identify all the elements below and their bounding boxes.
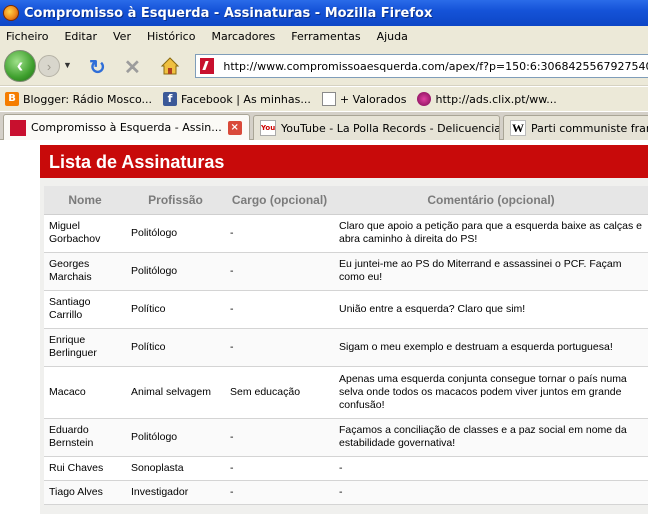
- cell-comentario: -: [334, 480, 648, 505]
- column-header-cargo[interactable]: Cargo (opcional): [225, 186, 334, 215]
- table-row: Eduardo Bernstein Politólogo - Façamos a…: [44, 418, 648, 457]
- cell-comentario: Eu juntei-me ao PS do Miterrand e assass…: [334, 252, 648, 291]
- address-bar[interactable]: http://www.compromissoaesquerda.com/apex…: [195, 54, 648, 78]
- cell-cargo: -: [225, 290, 334, 329]
- menu-marcadores[interactable]: Marcadores: [211, 30, 275, 43]
- cell-comentario: Sigam o meu exemplo e destruam a esquerd…: [334, 328, 648, 367]
- cell-comentario: -: [334, 456, 648, 481]
- cell-cargo: Sem educação: [225, 366, 334, 419]
- cell-cargo: -: [225, 456, 334, 481]
- tab-bar: Compromisso à Esquerda - Assin... × You …: [0, 112, 648, 140]
- cell-cargo: -: [225, 252, 334, 291]
- cell-profissao: Sonoplasta: [126, 456, 225, 481]
- forward-button[interactable]: ›: [38, 55, 60, 77]
- cell-profissao: Politólogo: [126, 214, 225, 253]
- wikipedia-icon: W: [510, 120, 526, 136]
- cell-cargo: -: [225, 214, 334, 253]
- cell-nome: Rui Chaves: [44, 456, 126, 481]
- window-title: Compromisso à Esquerda - Assinaturas - M…: [24, 5, 433, 21]
- close-tab-icon[interactable]: ×: [227, 120, 242, 135]
- table-row: Miguel Gorbachov Politólogo - Claro que …: [44, 214, 648, 253]
- forward-arrow-icon: ›: [46, 58, 52, 74]
- bookmark-facebook[interactable]: f Facebook | As minhas...: [163, 92, 311, 106]
- cell-profissao: Politólogo: [126, 418, 225, 457]
- bookmark-label: + Valorados: [339, 92, 407, 106]
- cell-nome: Georges Marchais: [44, 252, 126, 291]
- cell-cargo: -: [225, 418, 334, 457]
- tab-compromisso[interactable]: Compromisso à Esquerda - Assin... ×: [3, 114, 250, 140]
- menu-ficheiro[interactable]: Ficheiro: [6, 30, 48, 43]
- table-row: Georges Marchais Politólogo - Eu juntei-…: [44, 252, 648, 291]
- cell-comentario: Apenas uma esquerda conjunta consegue to…: [334, 366, 648, 419]
- youtube-icon: You: [260, 120, 276, 136]
- window-titlebar: Compromisso à Esquerda - Assinaturas - M…: [0, 0, 648, 26]
- cell-profissao: Animal selvagem: [126, 366, 225, 419]
- bookmark-label: Facebook | As minhas...: [181, 92, 311, 106]
- blogger-icon: B: [5, 92, 19, 106]
- back-button[interactable]: ‹: [4, 50, 36, 82]
- signatures-panel: Nome Profissão Cargo (opcional) Comentár…: [40, 178, 648, 514]
- menu-editar[interactable]: Editar: [64, 30, 97, 43]
- stop-icon[interactable]: ✕: [124, 55, 141, 80]
- bookmark-blogger[interactable]: B Blogger: Rádio Mosco...: [5, 92, 152, 106]
- cell-nome: Eduardo Bernstein: [44, 418, 126, 457]
- tab-label: Parti communiste françai: [531, 121, 648, 135]
- url-text[interactable]: http://www.compromissoaesquerda.com/apex…: [223, 60, 648, 73]
- cell-nome: Macaco: [44, 366, 126, 419]
- page-icon: [321, 92, 336, 106]
- cell-cargo: -: [225, 480, 334, 505]
- page-content: Lista de Assinaturas Nome Profissão Carg…: [0, 141, 648, 514]
- clix-icon: [417, 92, 432, 106]
- facebook-icon: f: [163, 92, 178, 106]
- cell-nome: Santiago Carrillo: [44, 290, 126, 329]
- tab-label: YouTube - La Polla Records - Delicuencia: [281, 121, 500, 135]
- table-row: Macaco Animal selvagem Sem educação Apen…: [44, 366, 648, 419]
- cell-comentario: Claro que apoio a petição para que a esq…: [334, 214, 648, 253]
- tab-wikipedia[interactable]: W Parti communiste françai: [503, 115, 648, 140]
- tab-youtube[interactable]: You YouTube - La Polla Records - Delicue…: [253, 115, 500, 140]
- cell-profissao: Político: [126, 328, 225, 367]
- cell-nome: Tiago Alves: [44, 480, 126, 505]
- page-title: Lista de Assinaturas: [49, 152, 225, 172]
- table-row: Tiago Alves Investigador - -: [44, 480, 648, 505]
- back-arrow-icon: ‹: [16, 54, 24, 77]
- signatures-table: Nome Profissão Cargo (opcional) Comentár…: [44, 186, 648, 505]
- menu-ferramentas[interactable]: Ferramentas: [291, 30, 360, 43]
- cell-comentario: União entre a esquerda? Claro que sim!: [334, 290, 648, 329]
- table-row: Rui Chaves Sonoplasta - -: [44, 456, 648, 481]
- tab-label: Compromisso à Esquerda - Assin...: [31, 121, 222, 134]
- column-header-comentario[interactable]: Comentário (opcional): [334, 186, 648, 215]
- table-row: Enrique Berlinguer Político - Sigam o me…: [44, 328, 648, 367]
- menu-bar: Ficheiro Editar Ver Histórico Marcadores…: [0, 26, 648, 46]
- table-row: Santiago Carrillo Político - União entre…: [44, 290, 648, 329]
- menu-historico[interactable]: Histórico: [147, 30, 195, 43]
- bookmark-label: http://ads.clix.pt/ww...: [435, 92, 557, 106]
- column-header-profissao[interactable]: Profissão: [126, 186, 225, 215]
- bookmark-clix[interactable]: http://ads.clix.pt/ww...: [417, 92, 557, 106]
- table-header-row: Nome Profissão Cargo (opcional) Comentár…: [44, 186, 648, 215]
- page-banner: Lista de Assinaturas: [40, 145, 648, 178]
- cell-profissao: Investigador: [126, 480, 225, 505]
- cell-nome: Miguel Gorbachov: [44, 214, 126, 253]
- firefox-icon: [3, 5, 19, 21]
- cell-profissao: Politólogo: [126, 252, 225, 291]
- menu-ajuda[interactable]: Ajuda: [377, 30, 408, 43]
- bookmark-label: Blogger: Rádio Mosco...: [23, 92, 153, 106]
- cell-cargo: -: [225, 328, 334, 367]
- site-favicon: [200, 58, 215, 74]
- bookmarks-toolbar: B Blogger: Rádio Mosco... f Facebook | A…: [0, 87, 648, 111]
- menu-ver[interactable]: Ver: [113, 30, 131, 43]
- navigation-toolbar: ‹ › ▼ ↻ ✕ http://www.compromissoaesquerd…: [0, 46, 648, 86]
- reload-icon[interactable]: ↻: [89, 55, 106, 80]
- cell-comentario: Façamos a conciliação de classes e a paz…: [334, 418, 648, 457]
- cell-profissao: Político: [126, 290, 225, 329]
- cell-nome: Enrique Berlinguer: [44, 328, 126, 367]
- column-header-nome[interactable]: Nome: [44, 186, 126, 215]
- history-dropdown-icon[interactable]: ▼: [63, 60, 72, 70]
- bookmark-valorados[interactable]: + Valorados: [321, 92, 407, 106]
- home-icon[interactable]: [160, 56, 180, 76]
- site-favicon: [10, 119, 26, 136]
